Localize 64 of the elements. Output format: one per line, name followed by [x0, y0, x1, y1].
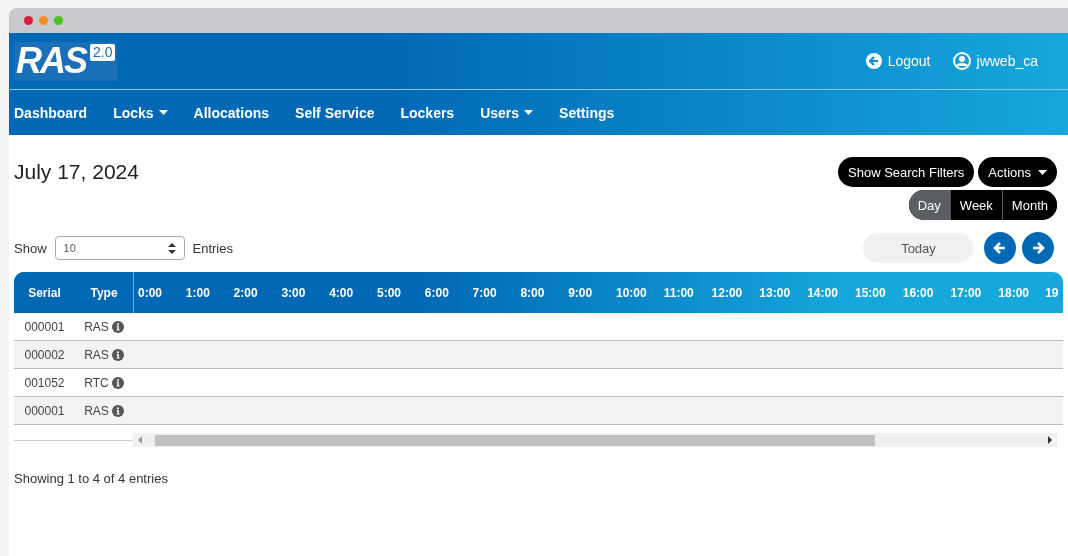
- hour-header: 2:00: [232, 285, 259, 300]
- logout-link[interactable]: Logout: [865, 52, 931, 70]
- horizontal-scrollbar[interactable]: [133, 433, 1057, 447]
- nav-link[interactable]: Settings: [559, 104, 615, 121]
- right-caret-icon[interactable]: [1047, 436, 1053, 444]
- hour-header: 6:00: [423, 285, 450, 300]
- hour-header: 17:00: [949, 285, 983, 300]
- hour-header: 16:00: [901, 285, 935, 300]
- nav-link[interactable]: Locks: [113, 104, 168, 121]
- hour-header: 3:00: [280, 285, 307, 300]
- nav-link[interactable]: Dashboard: [14, 104, 88, 121]
- hour-header: 13:00: [758, 285, 792, 300]
- info-icon[interactable]: [111, 376, 124, 389]
- serial-cell-text: 000001: [23, 319, 66, 334]
- nav-link[interactable]: Users: [480, 104, 534, 121]
- hour-header: 1:00: [184, 285, 211, 300]
- hour-header: 10:00: [614, 285, 648, 300]
- left-arrow-icon: [993, 241, 1007, 255]
- hour-header: 7:00: [471, 285, 498, 300]
- hour-header: 8:00: [519, 285, 546, 300]
- type-header[interactable]: Type: [75, 285, 133, 300]
- info-icon[interactable]: [111, 348, 124, 361]
- hour-header: 5:00: [376, 285, 402, 300]
- serial-cell-text: 000002: [23, 347, 66, 362]
- nav-link[interactable]: Allocations: [193, 104, 270, 121]
- hour-header: 11:00: [662, 285, 695, 300]
- next-button[interactable]: [1022, 232, 1054, 264]
- user-link[interactable]: jwweb_ca: [952, 52, 1038, 70]
- hour-header: 19: [1044, 285, 1060, 300]
- hour-header: 9:00: [567, 285, 594, 300]
- serial-cell-text: 001052: [23, 375, 66, 390]
- show-label: Show: [14, 240, 47, 256]
- page-size-select[interactable]: 10: [54, 236, 185, 260]
- sort-icon: [167, 242, 176, 254]
- hour-header: 4:00: [328, 285, 355, 300]
- info-icon[interactable]: [111, 320, 124, 333]
- type-cell: RAS: [84, 403, 109, 418]
- info-icon[interactable]: [111, 404, 124, 417]
- serial-cell-text: 000001: [23, 403, 66, 418]
- search-filters-button[interactable]: Show Search Filters: [838, 157, 975, 187]
- today-button[interactable]: Today: [863, 233, 974, 263]
- user-icon: [952, 52, 971, 70]
- page-title: July 17, 2024: [14, 160, 139, 184]
- actions-dropdown[interactable]: Actions: [978, 157, 1057, 187]
- hour-header: 12:00: [710, 285, 744, 300]
- close-icon[interactable]: [24, 16, 33, 25]
- view-tab[interactable]: Month: [1001, 190, 1057, 220]
- previous-button[interactable]: [984, 232, 1016, 264]
- nav-link[interactable]: Lockers: [400, 104, 455, 121]
- logout-icon: [865, 53, 882, 69]
- type-cell: RTC: [84, 375, 109, 390]
- hour-header: 15:00: [853, 285, 887, 300]
- right-arrow-icon: [1031, 241, 1045, 255]
- scrollbar-thumb[interactable]: [155, 434, 875, 446]
- entries-summary: Showing 1 to 4 of 4 entries: [14, 471, 169, 486]
- serial-header[interactable]: Serial: [14, 285, 75, 300]
- nav-link[interactable]: Self Service: [295, 104, 375, 121]
- hour-header: 18:00: [997, 285, 1031, 300]
- type-cell: RAS: [84, 347, 109, 362]
- hour-header: 14:00: [806, 285, 839, 300]
- hour-header: 0:00: [137, 285, 164, 300]
- type-cell: RAS: [84, 319, 109, 334]
- view-tab[interactable]: Day: [908, 190, 950, 220]
- entries-label: Entries: [192, 240, 233, 256]
